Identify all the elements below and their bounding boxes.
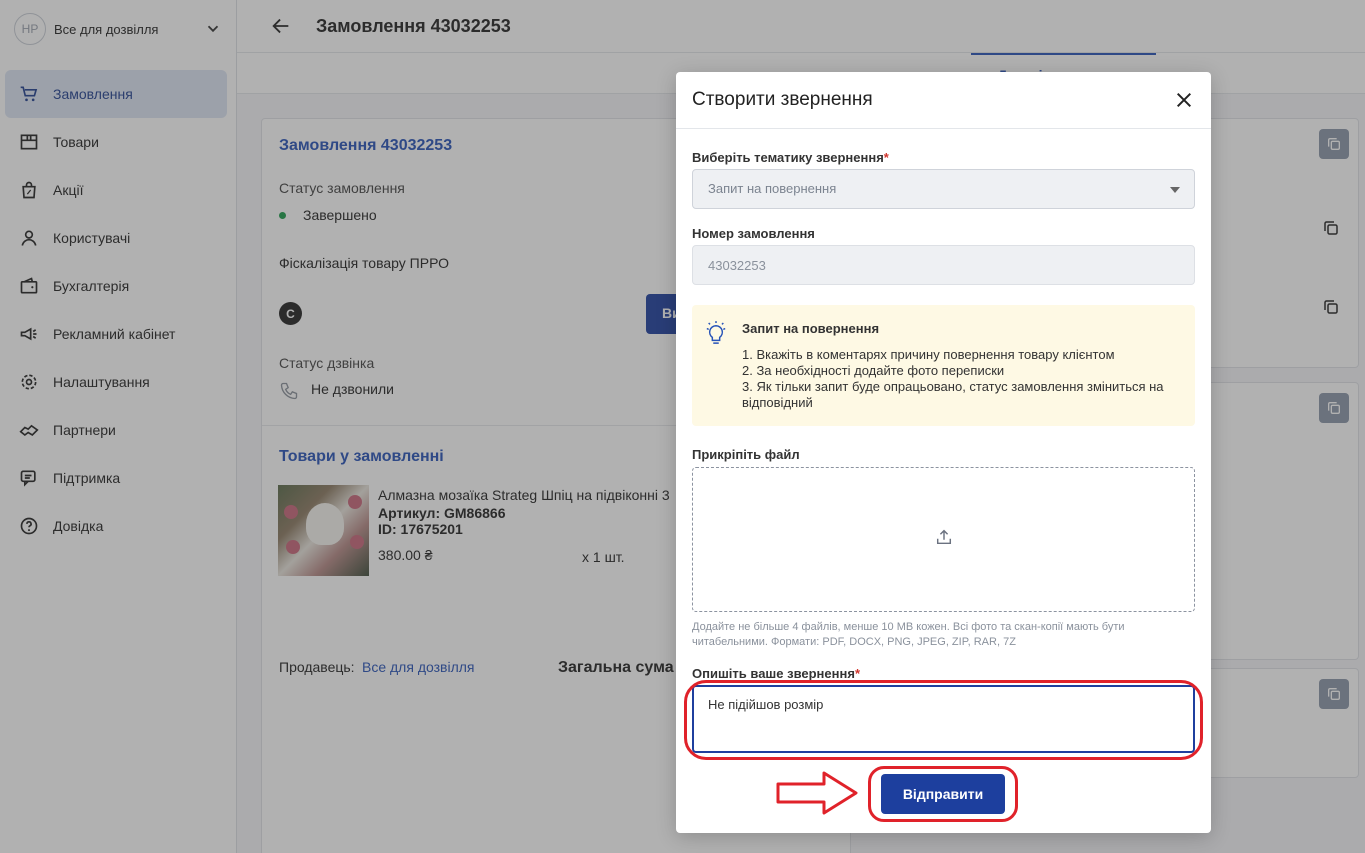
order-number-label: Номер замовлення [692,226,815,241]
attach-label: Прикріпіть файл [692,447,800,462]
attach-hint: Додайте не більше 4 файлів, менше 10 MB … [692,621,1125,648]
topic-label-text: Виберіть тематику звернення [692,150,884,165]
info-list: 1. Вкажіть в коментарях причину повернен… [742,347,1182,411]
file-dropzone[interactable] [692,467,1195,612]
topic-select-value: Запит на повернення [708,181,837,196]
topic-select[interactable]: Запит на повернення [692,169,1195,209]
modal-header: Створити звернення [676,72,1211,129]
order-number-field: 43032253 [692,245,1195,285]
annotation-ring-submit [868,766,1018,822]
topic-label: Виберіть тематику звернення* [692,150,889,165]
required-mark: * [854,666,860,681]
info-title: Запит на повернення [742,321,880,336]
upload-icon [936,529,952,545]
info-item: 1. Вкажіть в коментарях причину повернен… [742,347,1115,362]
caret-down-icon [1170,187,1180,193]
lightbulb-icon [706,321,726,344]
annotation-ring-textarea [684,680,1203,760]
close-icon[interactable] [1175,91,1193,109]
annotation-arrow-icon [776,771,858,815]
info-box: Запит на повернення 1. Вкажіть в комента… [692,305,1195,426]
message-label-text: Опишіть ваше звернення [692,666,855,681]
info-item: 2. За необхідності додайте фото переписк… [742,363,1005,378]
modal-title: Створити звернення [692,89,873,110]
message-label: Опишіть ваше звернення* [692,666,860,681]
required-mark: * [883,150,889,165]
info-item: 3. Як тільки запит буде опрацьовано, ста… [742,379,1164,410]
